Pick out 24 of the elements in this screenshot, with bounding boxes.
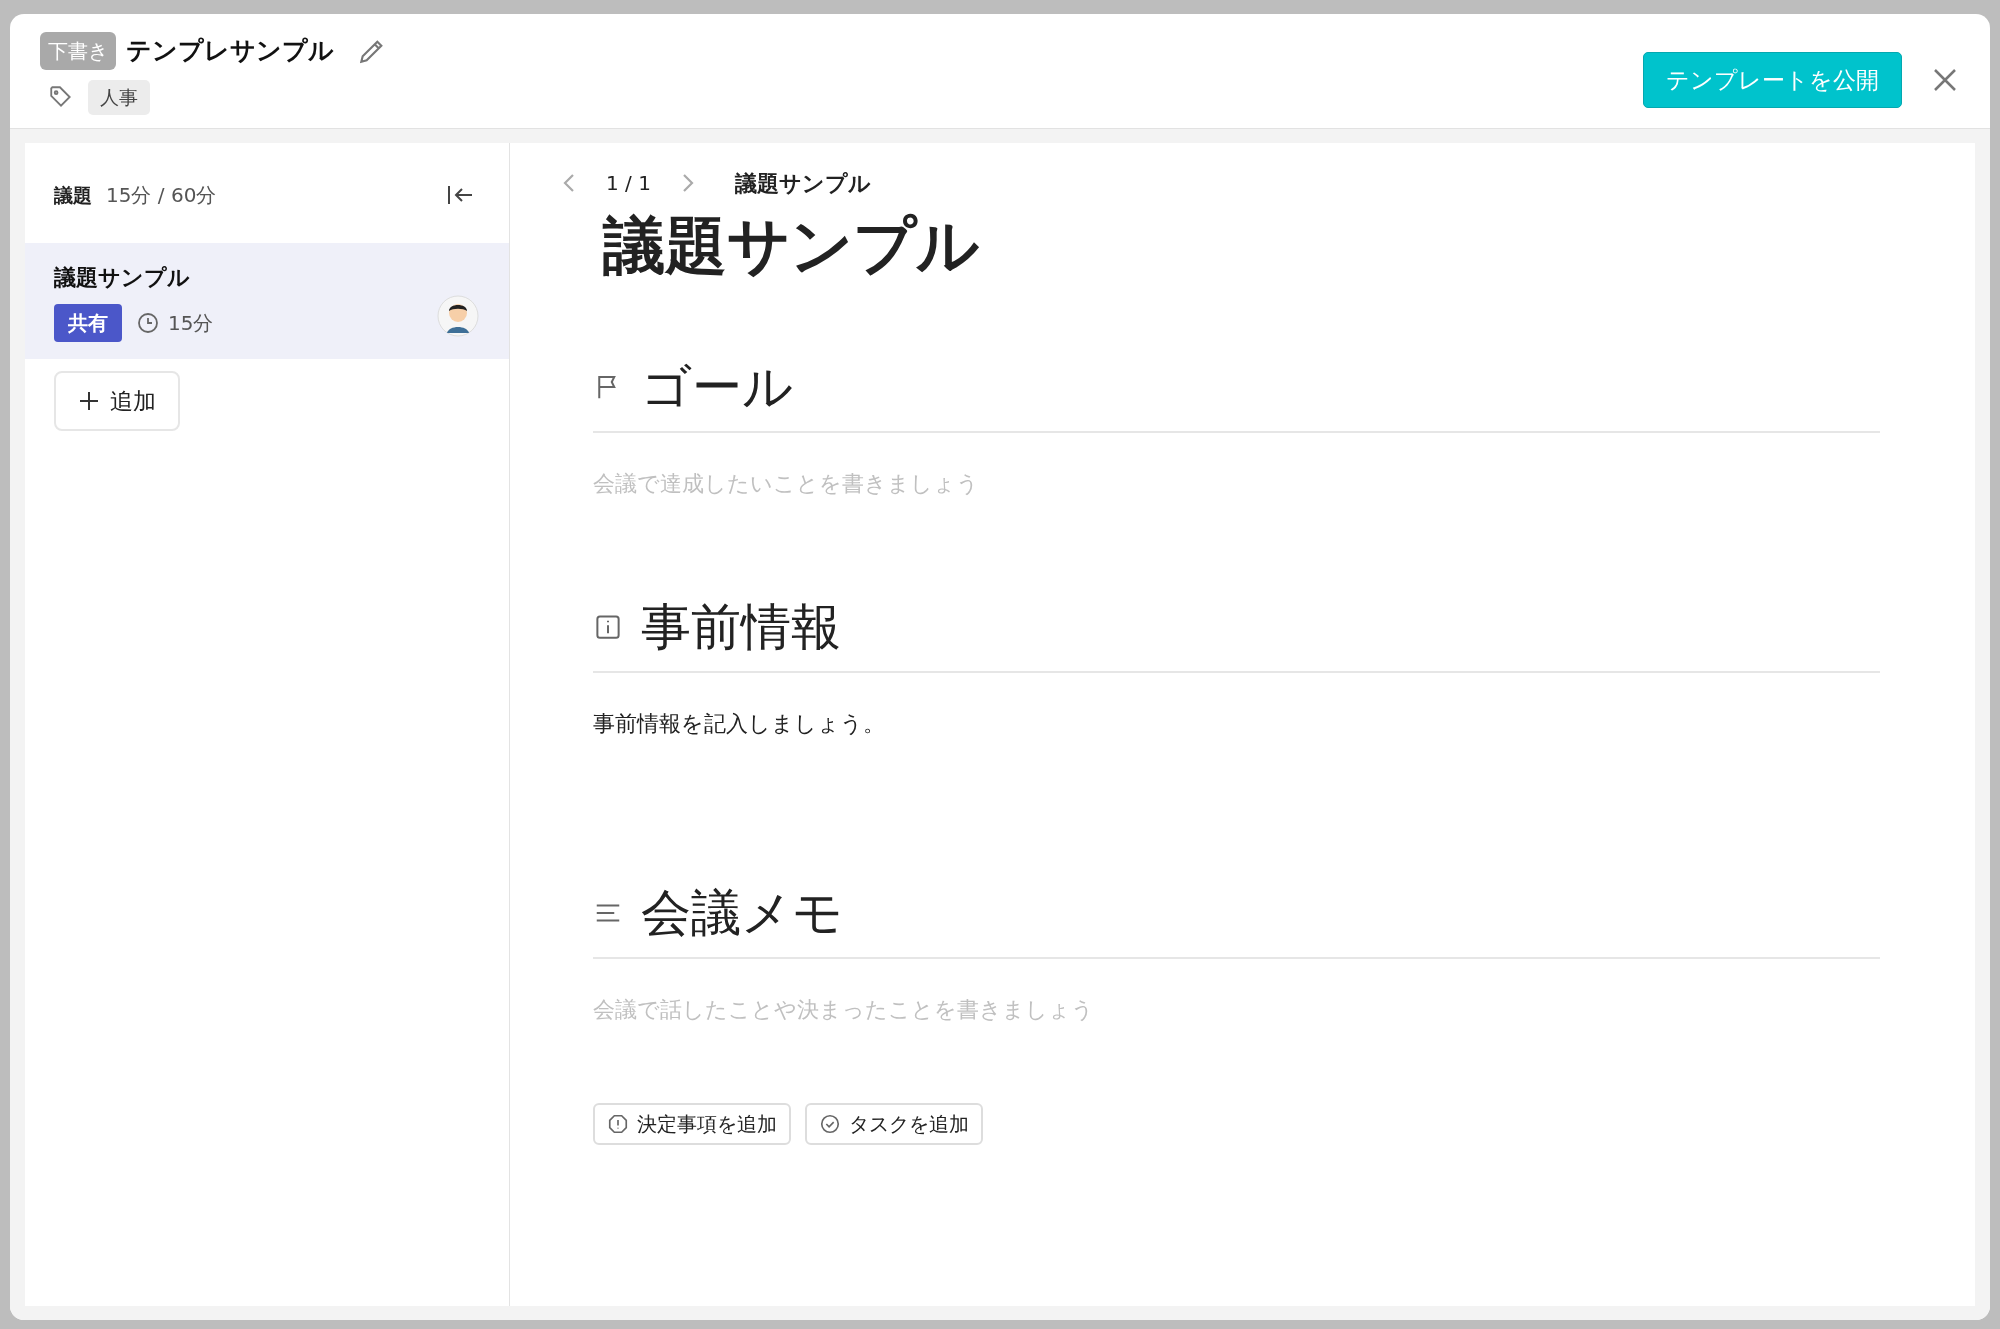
agenda-label: 議題 xyxy=(54,182,92,208)
template-title: テンプレサンプル xyxy=(126,35,334,68)
agenda-title: 議題サンプル xyxy=(603,209,980,284)
section-heading: ゴール xyxy=(641,356,793,418)
add-decision-button[interactable]: 決定事項を追加 xyxy=(593,1103,791,1146)
section-heading: 会議メモ xyxy=(641,882,843,944)
alert-octagon-icon xyxy=(607,1113,629,1136)
shared-badge: 共有 xyxy=(54,303,122,342)
page-counter: 1 / 1 xyxy=(605,170,652,197)
clock-icon xyxy=(136,310,160,335)
tag-chip[interactable]: 人事 xyxy=(88,80,150,115)
section-heading: 事前情報 xyxy=(641,596,841,658)
duration: 15分 xyxy=(168,309,214,337)
plus-icon xyxy=(78,390,100,412)
add-task-button[interactable]: タスクを追加 xyxy=(805,1103,983,1146)
breadcrumb: 議題サンプル xyxy=(734,169,871,198)
section-text[interactable]: 事前情報を記入しましょう。 xyxy=(593,711,885,737)
agenda-item-title: 議題サンプル xyxy=(54,263,191,292)
status-badge: 下書き xyxy=(40,32,116,70)
add-agenda-button[interactable]: 追加 xyxy=(54,371,180,431)
time-summary: 15分 / 60分 xyxy=(106,182,217,209)
avatar xyxy=(437,295,479,337)
check-circle-icon xyxy=(819,1113,841,1136)
agenda-item[interactable]: 議題サンプル 共有 15分 xyxy=(25,243,509,359)
